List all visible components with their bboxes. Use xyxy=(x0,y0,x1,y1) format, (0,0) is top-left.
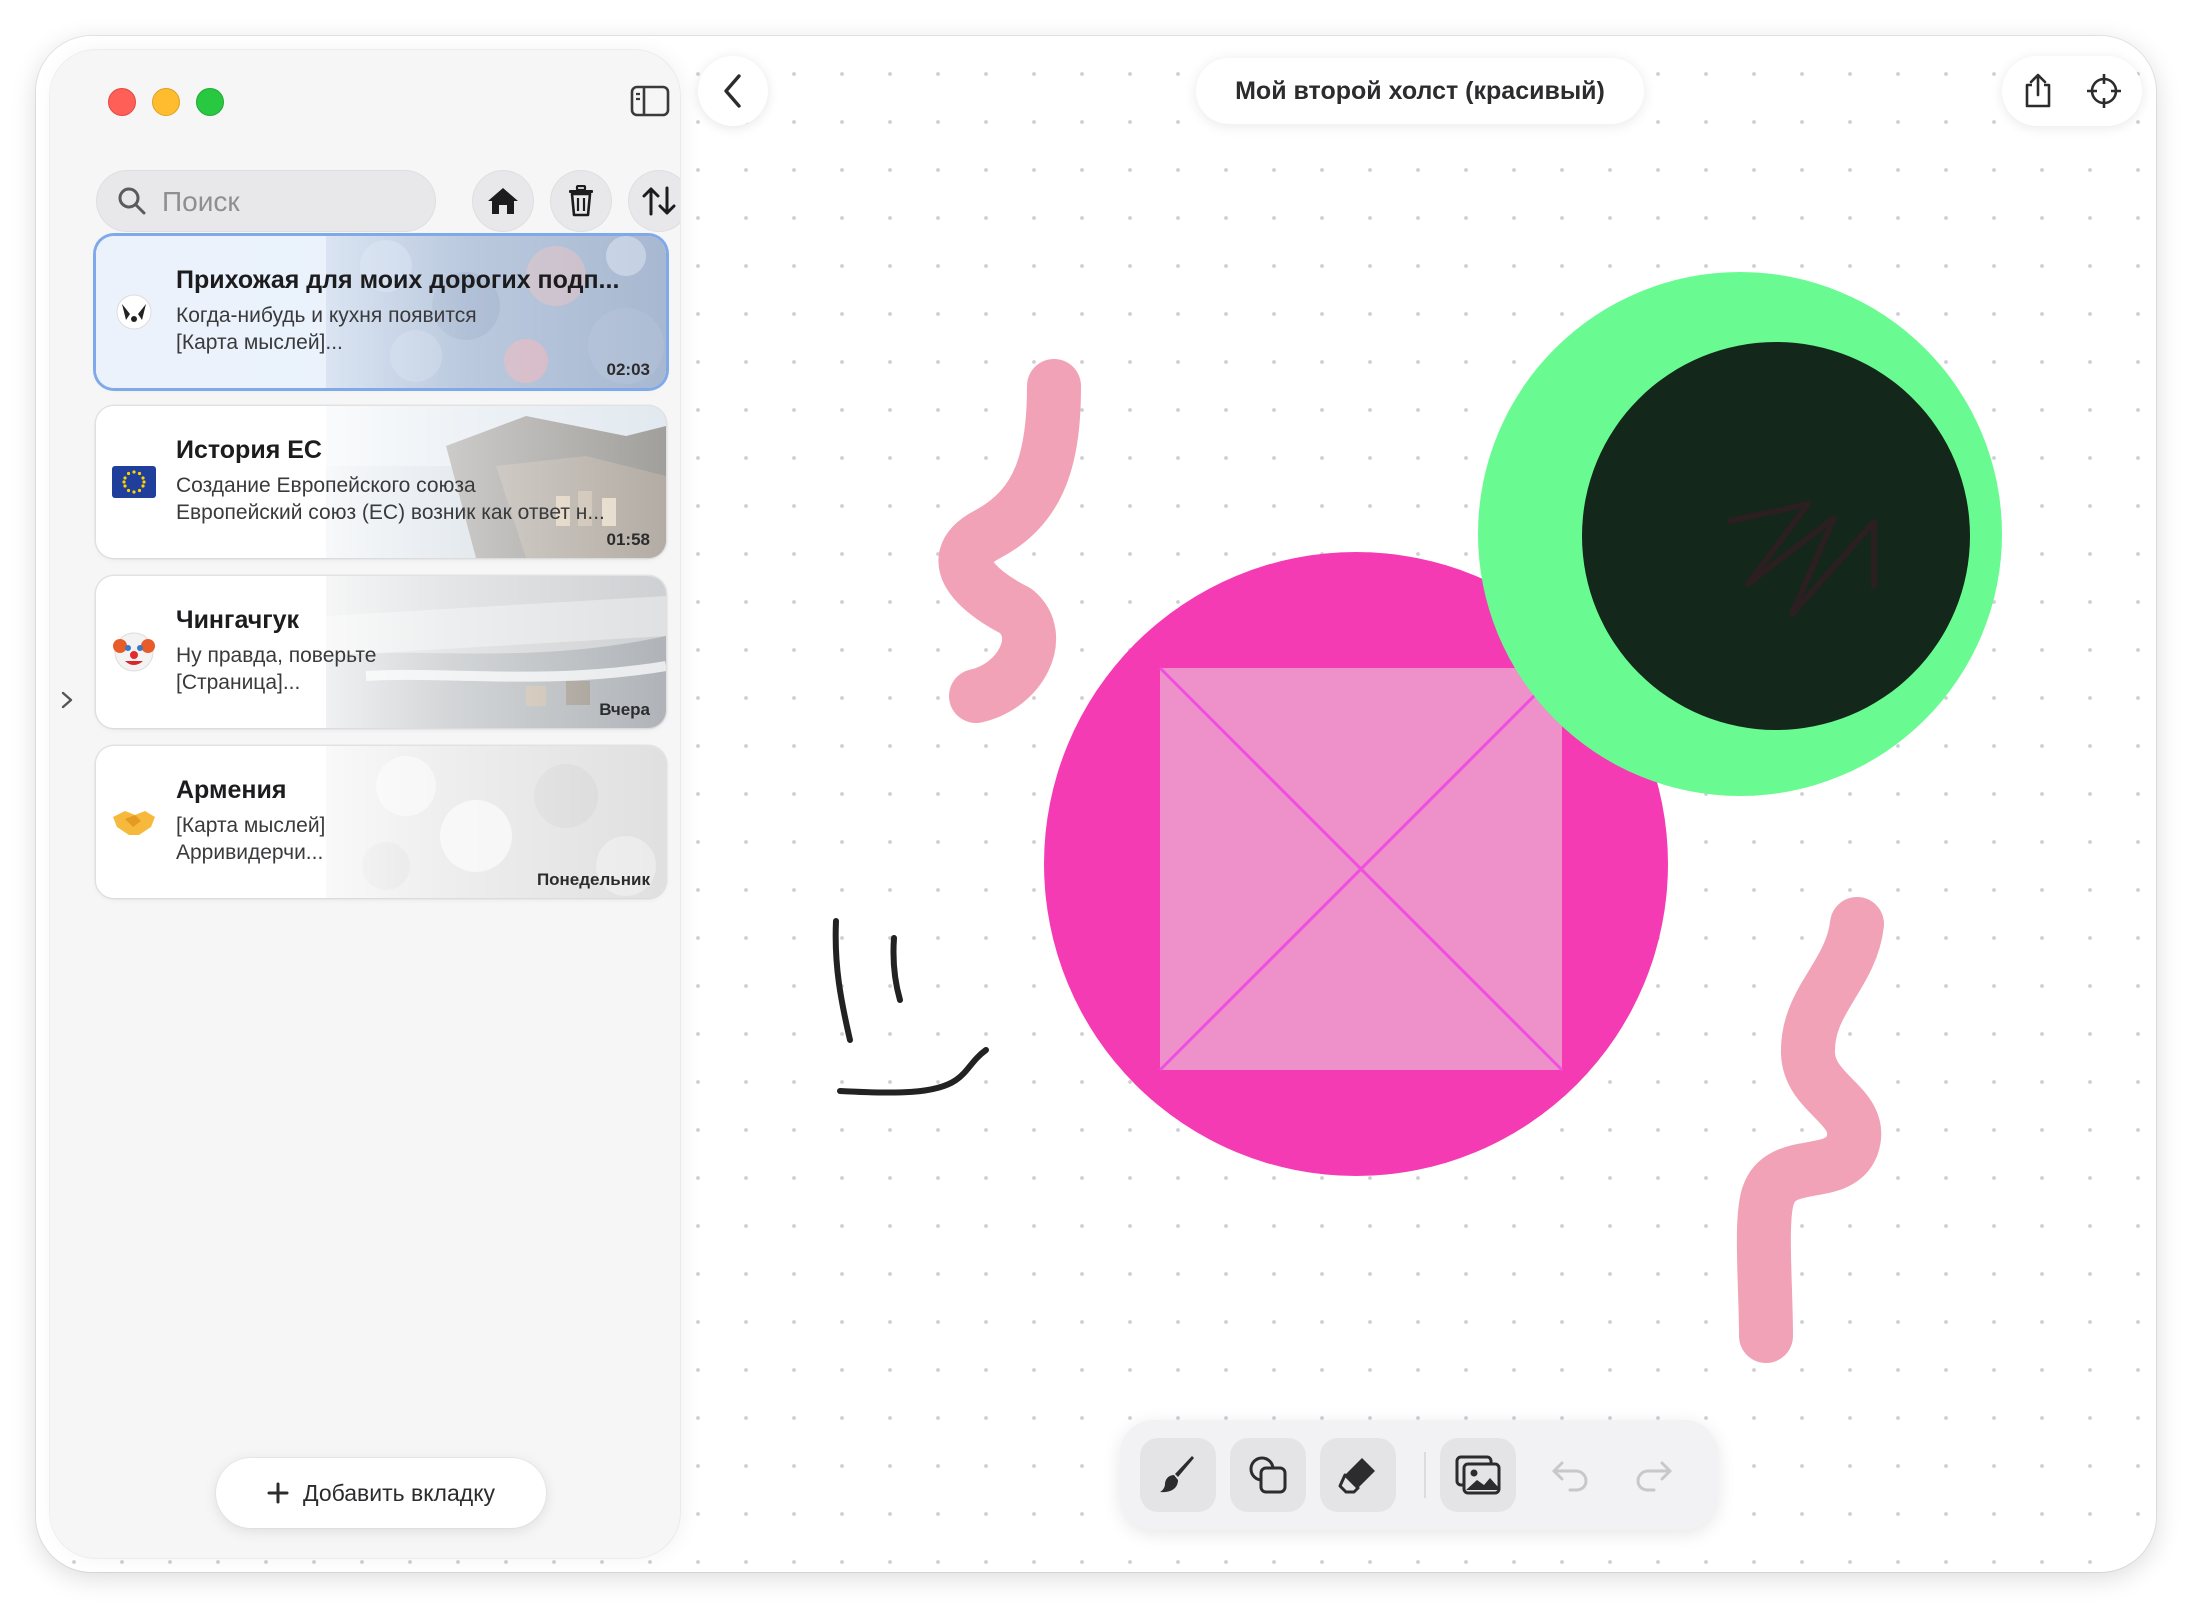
redo-button[interactable] xyxy=(1616,1438,1692,1512)
pink-squiggle-right xyxy=(1736,897,1884,1363)
search-input[interactable] xyxy=(160,170,424,234)
card-line-2: Европейский союз (ЕС) возник как ответ н… xyxy=(176,501,605,524)
undo-icon xyxy=(1552,1461,1588,1492)
sidebar-toggle-icon[interactable] xyxy=(630,84,670,118)
tab-card-chingachgook[interactable]: Чингачгук Ну правда, поверьте [Страница]… xyxy=(96,576,666,728)
card-title: Армения xyxy=(176,776,287,804)
add-tab-button[interactable]: Добавить вкладку xyxy=(216,1458,546,1528)
badger-icon xyxy=(110,288,158,336)
close-window-button[interactable] xyxy=(108,88,136,116)
card-line-1: Когда-нибудь и кухня появится xyxy=(176,304,477,327)
undo-button[interactable] xyxy=(1532,1438,1608,1512)
card-time: Вчера xyxy=(599,700,650,719)
eraser-tool-button[interactable] xyxy=(1320,1438,1396,1512)
tab-card-armenia[interactable]: Армения [Карта мыслей] Арривидерчи... По… xyxy=(96,746,666,898)
card-time: 02:03 xyxy=(606,360,650,379)
drawing-toolbar xyxy=(1120,1420,1718,1530)
card-time: Понедельник xyxy=(536,870,650,889)
shapes-icon xyxy=(1249,1456,1287,1494)
trash-icon xyxy=(569,185,593,217)
trash-button[interactable] xyxy=(550,170,612,232)
sort-button[interactable] xyxy=(628,170,680,232)
card-title: История ЕС xyxy=(176,436,322,464)
brush-tool-button[interactable] xyxy=(1140,1438,1216,1512)
eu-flag-icon xyxy=(110,458,158,506)
card-line-1: Ну правда, поверьте xyxy=(176,644,377,667)
card-line-2: [Страница]... xyxy=(176,671,301,694)
home-icon xyxy=(488,188,518,214)
chevron-right-icon[interactable] xyxy=(60,690,74,710)
share-icon[interactable] xyxy=(2020,73,2056,109)
image-icon xyxy=(1455,1455,1501,1495)
eraser-icon xyxy=(1338,1458,1375,1494)
smiley-eye-left xyxy=(832,918,853,1043)
smiley-eye-right xyxy=(890,935,903,1003)
handshake-icon xyxy=(110,798,158,846)
toolbar-divider xyxy=(1424,1452,1426,1498)
app-window: Прихожая для моих дорогих подп... Когда-… xyxy=(36,36,2156,1572)
brush-icon xyxy=(1160,1456,1194,1493)
tab-card-hallway[interactable]: Прихожая для моих дорогих подп... Когда-… xyxy=(96,236,666,388)
minimize-window-button[interactable] xyxy=(152,88,180,116)
home-button[interactable] xyxy=(472,170,534,232)
sort-arrows-icon xyxy=(642,186,676,216)
shapes-tool-button[interactable] xyxy=(1230,1438,1306,1512)
top-right-actions xyxy=(2002,56,2142,126)
plus-icon xyxy=(267,1482,289,1504)
add-tab-label: Добавить вкладку xyxy=(302,1479,496,1506)
zoom-window-button[interactable] xyxy=(196,88,224,116)
smiley-mouth xyxy=(837,1047,989,1096)
tab-card-eu-history[interactable]: История ЕС Создание Европейского союза Е… xyxy=(96,406,666,558)
redo-icon xyxy=(1636,1461,1672,1492)
sidebar: Прихожая для моих дорогих подп... Когда-… xyxy=(50,50,680,1558)
chevron-left-icon xyxy=(724,74,741,108)
dark-circle xyxy=(1582,342,1970,730)
search-field[interactable] xyxy=(96,170,436,234)
card-line-2: [Карта мыслей]... xyxy=(176,331,343,354)
card-line-1: [Карта мыслей] xyxy=(176,814,326,837)
canvas-title[interactable]: Мой второй холст (красивый) xyxy=(1196,58,1644,124)
card-title: Чингачгук xyxy=(176,606,300,634)
back-button[interactable] xyxy=(698,56,768,126)
search-icon xyxy=(118,187,146,215)
clown-face-icon xyxy=(110,628,158,676)
image-tool-button[interactable] xyxy=(1440,1438,1516,1512)
card-time: 01:58 xyxy=(606,530,650,549)
pink-squiggle-left xyxy=(938,359,1081,723)
card-line-2: Арривидерчи... xyxy=(176,841,324,864)
card-line-1: Создание Европейского союза xyxy=(176,474,476,497)
card-title: Прихожая для моих дорогих подп... xyxy=(176,266,620,294)
crosshair-icon[interactable] xyxy=(2086,73,2122,109)
